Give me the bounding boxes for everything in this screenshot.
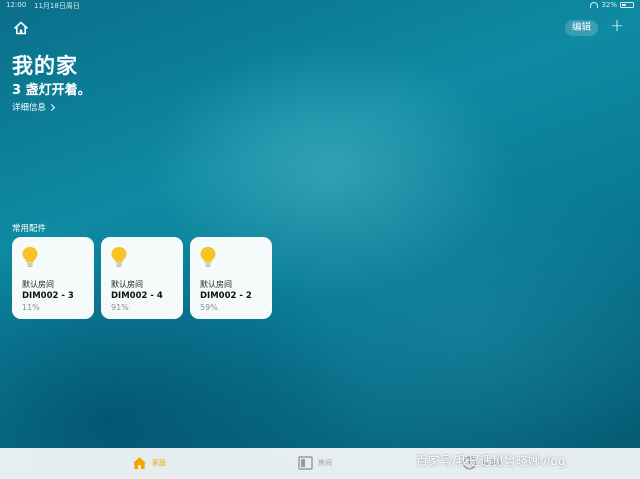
accessory-tile[interactable]: 默认房间 DIM002 - 4 91% <box>101 237 183 319</box>
battery-icon <box>620 2 634 8</box>
status-time: 12:00 <box>6 1 27 9</box>
rooms-icon <box>298 456 313 470</box>
favorites-section-label: 常用配件 <box>12 224 47 234</box>
status-indicators: 32% <box>590 1 634 9</box>
lightbulb-icon <box>111 247 127 267</box>
home-settings-button[interactable] <box>12 19 30 37</box>
accessory-level: 11% <box>22 303 40 312</box>
accessory-room: 默认房间 <box>22 280 54 289</box>
accessory-name: DIM002 - 4 <box>111 291 163 301</box>
accessory-tile[interactable]: 默认房间 DIM002 - 3 11% <box>12 237 94 319</box>
accessory-name: DIM002 - 2 <box>200 291 252 301</box>
details-link[interactable]: 详细信息 <box>12 101 56 113</box>
lightbulb-icon <box>22 247 38 267</box>
accessory-room: 默认房间 <box>200 280 232 289</box>
lightbulb-icon <box>200 247 216 267</box>
accessory-name: DIM002 - 3 <box>22 291 74 301</box>
tab-home-label: 家庭 <box>152 459 166 467</box>
home-summary: 3 盏灯开着。 <box>12 83 91 98</box>
tab-rooms[interactable]: 房间 <box>298 456 332 470</box>
page-title: 我的家 <box>12 54 78 78</box>
chevron-right-icon <box>47 103 56 111</box>
details-link-label: 详细信息 <box>12 103 47 113</box>
accessory-level: 59% <box>200 303 218 312</box>
accessory-tile[interactable]: 默认房间 DIM002 - 2 59% <box>190 237 272 319</box>
battery-percent: 32% <box>601 1 617 9</box>
tab-rooms-label: 房间 <box>318 459 332 467</box>
wifi-icon <box>590 2 599 8</box>
accessory-level: 91% <box>111 303 129 312</box>
status-date: 11月18日周日 <box>34 2 80 10</box>
edit-button[interactable]: 编辑 <box>565 20 599 36</box>
accessory-room: 默认房间 <box>111 280 143 289</box>
watermark: 百家号/我是遇见鲁晓娜vlog <box>416 454 566 468</box>
status-bar: 12:00 11月18日周日 32% <box>0 0 640 12</box>
house-icon <box>14 21 28 35</box>
house-icon <box>133 457 146 469</box>
add-button[interactable]: + <box>607 16 627 36</box>
tab-home[interactable]: 家庭 <box>132 456 166 470</box>
